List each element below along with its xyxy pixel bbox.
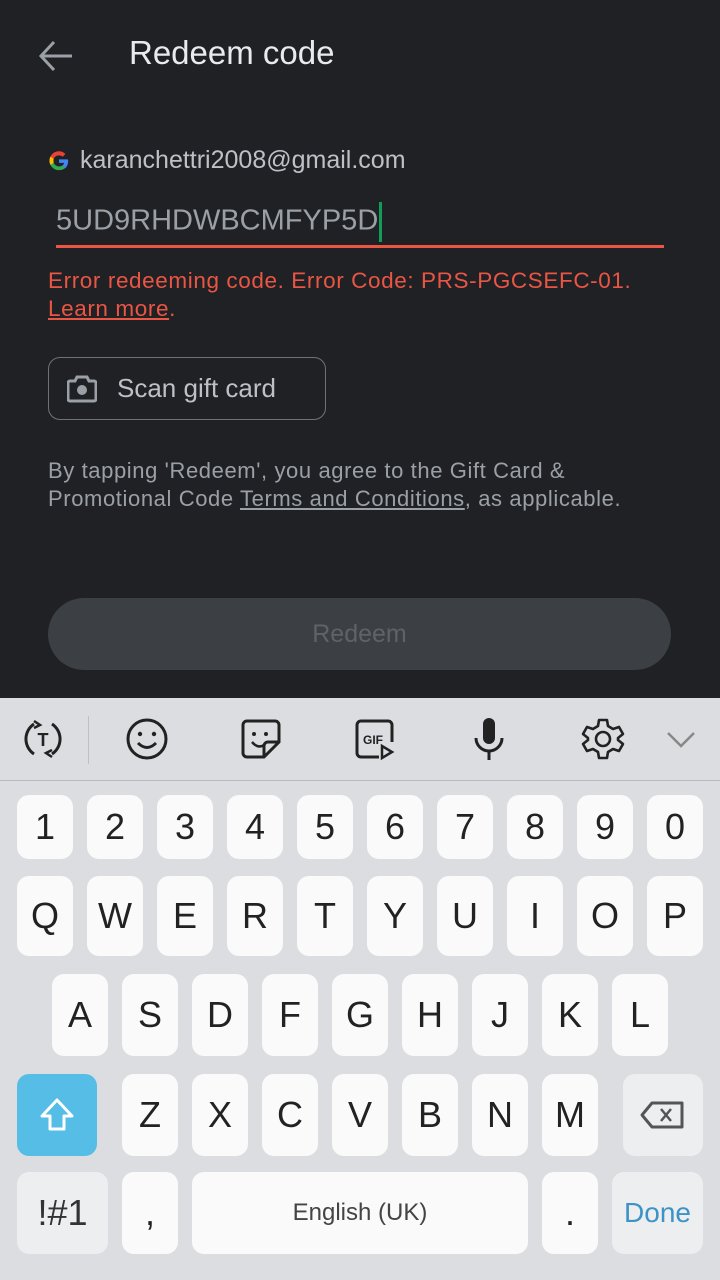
error-text: Error redeeming code. Error Code: PRS-PG…	[48, 268, 632, 293]
key-6[interactable]: 6	[367, 795, 423, 859]
back-button[interactable]	[36, 36, 76, 76]
key-l[interactable]: L	[612, 974, 668, 1056]
key-5[interactable]: 5	[297, 795, 353, 859]
key-8[interactable]: 8	[507, 795, 563, 859]
key-z[interactable]: Z	[122, 1074, 178, 1156]
emoji-icon	[126, 718, 168, 760]
key-w[interactable]: W	[87, 876, 143, 956]
key-1[interactable]: 1	[17, 795, 73, 859]
learn-more-link[interactable]: Learn more	[48, 296, 169, 321]
key-b[interactable]: B	[402, 1074, 458, 1156]
redeem-button[interactable]: Redeem	[48, 598, 671, 670]
period-key[interactable]: .	[542, 1172, 598, 1254]
key-c[interactable]: C	[262, 1074, 318, 1156]
comma-key[interactable]: ,	[122, 1172, 178, 1254]
done-key[interactable]: Done	[612, 1172, 703, 1254]
key-4[interactable]: 4	[227, 795, 283, 859]
account-email: karanchettri2008@gmail.com	[80, 146, 406, 174]
text-translate-button[interactable]: T	[20, 716, 66, 762]
gif-icon: GIF	[355, 719, 395, 760]
google-g-icon	[49, 150, 69, 170]
key-p[interactable]: P	[647, 876, 703, 956]
key-7[interactable]: 7	[437, 795, 493, 859]
key-u[interactable]: U	[437, 876, 493, 956]
key-y[interactable]: Y	[367, 876, 423, 956]
key-n[interactable]: N	[472, 1074, 528, 1156]
voice-input-button[interactable]	[466, 716, 512, 762]
key-e[interactable]: E	[157, 876, 213, 956]
keyboard-settings-button[interactable]	[580, 716, 626, 762]
symbols-key[interactable]: !#1	[17, 1172, 108, 1254]
error-suffix: .	[169, 296, 176, 321]
key-i[interactable]: I	[507, 876, 563, 956]
redeem-code-screen: Redeem code karanchettri2008@gmail.com 5…	[0, 0, 720, 698]
emoji-button[interactable]	[124, 716, 170, 762]
terms-link[interactable]: Terms and Conditions	[240, 486, 465, 511]
page-title: Redeem code	[129, 34, 335, 71]
scan-gift-card-label: Scan gift card	[117, 373, 276, 403]
terms-suffix: , as applicable.	[464, 486, 622, 511]
shift-arrow-icon	[40, 1098, 74, 1131]
code-input-value: 5UD9RHDWBCMFYP5D	[56, 204, 379, 237]
key-v[interactable]: V	[332, 1074, 388, 1156]
chevron-down-icon	[667, 732, 695, 748]
text-caret	[379, 202, 383, 242]
space-key[interactable]: English (UK)	[192, 1172, 528, 1254]
keyboard-toolbar: T GIF	[0, 698, 720, 781]
keyboard: T GIF 1 2 3 4 5 6 7 8 9 0 Q W E R T Y U …	[0, 698, 720, 1280]
settings-gear-icon	[581, 718, 625, 760]
key-j[interactable]: J	[472, 974, 528, 1056]
key-2[interactable]: 2	[87, 795, 143, 859]
key-a[interactable]: A	[52, 974, 108, 1056]
toolbar-divider	[88, 716, 89, 764]
key-k[interactable]: K	[542, 974, 598, 1056]
svg-text:GIF: GIF	[363, 733, 383, 747]
key-s[interactable]: S	[122, 974, 178, 1056]
account-row: karanchettri2008@gmail.com	[48, 146, 406, 175]
key-q[interactable]: Q	[17, 876, 73, 956]
svg-text:T: T	[38, 730, 49, 750]
key-r[interactable]: R	[227, 876, 283, 956]
terms-text: By tapping 'Redeem', you agree to the Gi…	[48, 457, 648, 513]
shift-key[interactable]	[17, 1074, 97, 1156]
key-f[interactable]: F	[262, 974, 318, 1056]
camera-icon	[67, 375, 97, 402]
microphone-icon	[474, 718, 504, 760]
backspace-key[interactable]	[623, 1074, 703, 1156]
text-translate-icon: T	[24, 719, 62, 759]
key-x[interactable]: X	[192, 1074, 248, 1156]
key-9[interactable]: 9	[577, 795, 633, 859]
backspace-icon	[640, 1101, 684, 1129]
key-g[interactable]: G	[332, 974, 388, 1056]
code-input[interactable]: 5UD9RHDWBCMFYP5D	[56, 196, 664, 248]
error-message: Error redeeming code. Error Code: PRS-PG…	[48, 267, 688, 323]
key-m[interactable]: M	[542, 1074, 598, 1156]
sticker-button[interactable]	[238, 716, 284, 762]
key-h[interactable]: H	[402, 974, 458, 1056]
collapse-keyboard-button[interactable]	[658, 716, 704, 762]
key-3[interactable]: 3	[157, 795, 213, 859]
key-o[interactable]: O	[577, 876, 633, 956]
arrow-left-icon	[38, 40, 72, 72]
scan-gift-card-button[interactable]: Scan gift card	[48, 357, 326, 420]
key-d[interactable]: D	[192, 974, 248, 1056]
key-0[interactable]: 0	[647, 795, 703, 859]
gif-button[interactable]: GIF	[352, 716, 398, 762]
key-t[interactable]: T	[297, 876, 353, 956]
sticker-icon	[241, 719, 281, 759]
